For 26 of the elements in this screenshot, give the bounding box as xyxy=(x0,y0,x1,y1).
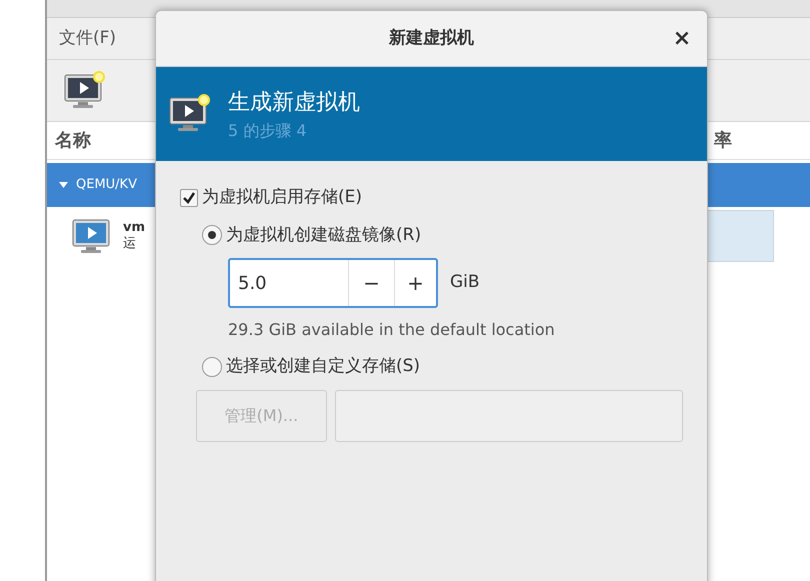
checkmark-icon xyxy=(182,190,196,205)
radio-label: 选择或创建自定义存储(S) xyxy=(226,355,420,378)
column-header[interactable]: 率 xyxy=(714,127,732,154)
column-header[interactable]: 名称 xyxy=(55,127,91,154)
size-value[interactable]: 5.0 xyxy=(230,260,348,306)
step-indicator: 5 的步骤 4 xyxy=(228,120,308,142)
radio-button[interactable] xyxy=(202,356,222,377)
close-button[interactable]: × xyxy=(669,26,695,52)
expander-icon[interactable] xyxy=(59,182,68,188)
vm-name: vm xyxy=(123,220,146,236)
menu-item[interactable]: 文件(F) xyxy=(59,26,116,52)
size-spinbox[interactable]: 5.0 − + xyxy=(228,258,438,308)
vm-status: 运 xyxy=(123,236,137,252)
decrement-button[interactable]: − xyxy=(348,260,394,306)
banner-title: 生成新虚拟机 xyxy=(228,88,360,116)
new-vm-toolbar-icon xyxy=(63,70,107,110)
checkbox-label: 为虚拟机启用存储(E) xyxy=(202,186,362,209)
new-vm-icon xyxy=(168,94,212,134)
available-space-text: 29.3 GiB available in the default location xyxy=(228,319,556,341)
radio-button[interactable] xyxy=(202,225,222,246)
dialog-title: 新建虚拟机 xyxy=(389,26,474,50)
radio-label: 为虚拟机创建磁盘镜像(R) xyxy=(226,224,422,246)
group-label: QEMU/KV xyxy=(76,176,137,194)
increment-button[interactable]: + xyxy=(394,260,436,306)
unit-label: GiB xyxy=(450,271,480,294)
checkbox[interactable] xyxy=(180,188,198,207)
